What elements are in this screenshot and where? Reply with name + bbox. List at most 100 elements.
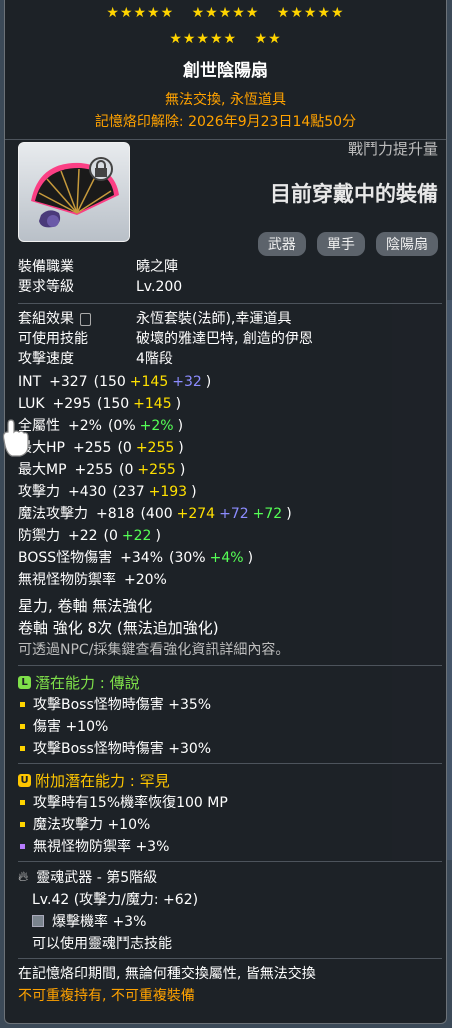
stat-base: (150 [93, 374, 126, 390]
footer-unique-note: 不可重複持有, 不可重複裝備 [18, 988, 195, 1004]
potential-text: 攻擊時有15%機率恢復100 MP [33, 795, 228, 811]
potential-line: 攻擊時有15%機率恢復100 MP [18, 791, 442, 813]
stat-base: (0 [118, 462, 134, 478]
star-row-2: ★★★★★ ★★ [5, 32, 446, 46]
stat-close-paren: ) [178, 440, 184, 456]
stat-base: (150 [96, 396, 130, 412]
speed-label: 攻擊速度 [18, 351, 74, 367]
item-name: 創世陰陽扇 [183, 61, 268, 81]
speed-row: 攻擊速度 4階段 [18, 349, 442, 369]
divider [18, 665, 442, 666]
stat-base: (0 [117, 440, 132, 456]
stat-close-paren: ) [286, 506, 292, 522]
stat-line: 防禦力 +22 (0 +22) [18, 525, 442, 547]
stat-line: LUK +295 (150 +145) [18, 393, 442, 415]
unique-icon: U [18, 774, 31, 787]
speed-value: 4階段 [136, 351, 173, 367]
stat-bonus: +4% [209, 550, 244, 566]
star-force-text: 星力, 卷軸 無法強化 [18, 597, 153, 615]
potential-title-text: 潛在能力 : 傳說 [35, 674, 140, 692]
stat-close-paren: ) [247, 550, 254, 566]
info-value: Lv.200 [136, 279, 183, 295]
star-group: ★★★★★ [106, 5, 175, 21]
stat-bonus: +2% [139, 418, 174, 434]
tag-fan: 陰陽扇 [376, 232, 438, 256]
npc-hint: 可透過NPC/採集鍵查看強化資訊詳細內容。 [18, 642, 290, 658]
additional-potential-title: U 附加潛在能力 : 罕見 [18, 770, 442, 791]
divider [18, 303, 442, 304]
stat-bonus: +72 [219, 506, 249, 522]
soul-weapon-title: 🔥︎ 靈魂武器 - 第5階級 [18, 866, 442, 888]
set-info-icon[interactable] [80, 312, 92, 326]
bullet-icon [20, 843, 25, 849]
skill-row: 可使用技能 破壞的雅達巴特, 創造的伊恩 [18, 329, 442, 349]
stat-total: +327 [49, 374, 88, 390]
star-row-1: ★★★★★ ★★★★★ ★★★★★ [5, 6, 446, 20]
divider [18, 958, 442, 959]
stat-close-paren: ) [205, 374, 212, 390]
stat-label: INT [18, 374, 42, 390]
potential-lines: 攻擊Boss怪物時傷害 +35% 傷害 +10% 攻擊Boss怪物時傷害 +30% [18, 693, 442, 759]
stat-lines: INT +327 (150 +145 +32) LUK +295 (150 +145) 全屬性 +2… [18, 371, 442, 591]
stat-label: 無視怪物防禦率 [18, 572, 116, 588]
stat-line: 魔法攻擊力 +818 (400 +274 +72 +72) [18, 503, 442, 525]
fan-icon [19, 143, 129, 241]
scroll-text: 卷軸 強化 8次 (無法追加強化) [18, 619, 219, 637]
stat-bonus: +22 [121, 528, 152, 544]
stat-line: 攻擊力 +430 (237 +193) [18, 481, 442, 503]
potential-title: L 潛在能力 : 傳說 [18, 672, 442, 693]
stat-label: LUK [18, 396, 45, 412]
stat-total: +255 [74, 462, 113, 478]
hand-cursor-icon [2, 419, 29, 457]
stat-base: (30% [169, 550, 206, 566]
additional-lines: 攻擊時有15%機率恢復100 MP 魔法攻擊力 +10% 無視怪物防禦率 +3% [18, 791, 442, 857]
potential-text: 攻擊Boss怪物時傷害 +30% [33, 741, 212, 757]
seal-release: 記憶烙印解除: 2026年9月23日14點50分 [94, 114, 357, 130]
stat-label: 最大MP [18, 462, 67, 478]
potential-line: 攻擊Boss怪物時傷害 +30% [18, 737, 442, 759]
bullet-icon [20, 701, 25, 707]
star-group: ★★★★★ [169, 31, 238, 47]
stat-base: (0 [103, 528, 118, 544]
info-label: 裝備職業 [18, 259, 74, 275]
soul-level: Lv.42 (攻擊力/魔力: +62) [32, 892, 199, 908]
bullet-icon [20, 745, 25, 751]
stat-total: +255 [72, 440, 112, 456]
legendary-icon: L [18, 676, 31, 689]
stat-bonus: +32 [172, 374, 202, 390]
combat-power-label: 戰鬥力提升量 [347, 140, 438, 158]
potential-line: 攻擊Boss怪物時傷害 +35% [18, 693, 442, 715]
skill-value: 破壞的雅達巴特, 創造的伊恩 [136, 331, 313, 347]
stat-base: (0% [107, 418, 136, 434]
star-group: ★★★★★ [191, 5, 260, 21]
info-label: 要求等級 [18, 279, 74, 295]
stat-total: +2% [68, 418, 102, 434]
stat-base: (400 [140, 506, 173, 522]
potential-text: 魔法攻擊力 +10% [33, 817, 151, 833]
set-row: 套組效果 永恆套裝(法師),幸運道具 [18, 309, 442, 329]
stat-close-paren: ) [191, 484, 197, 500]
potential-text: 傷害 +10% [33, 719, 109, 735]
bullet-icon [20, 821, 25, 827]
stat-line: BOSS怪物傷害 +34% (30% +4%) [18, 547, 442, 569]
skill-label: 可使用技能 [18, 331, 88, 347]
stat-label: 防禦力 [18, 528, 60, 544]
item-tags: 武器 單手 陰陽扇 [252, 232, 438, 256]
potential-line: 無視怪物防禦率 +3% [18, 835, 442, 857]
potential-text: 無視怪物防禦率 +3% [33, 839, 170, 855]
stat-label: BOSS怪物傷害 [18, 550, 113, 566]
stat-total: +34% [120, 550, 164, 566]
stat-bonus: +274 [176, 506, 216, 522]
stat-total: +20% [124, 572, 167, 588]
soul-skill: 可以使用靈魂鬥志技能 [32, 936, 172, 952]
stat-line: 最大HP +255 (0 +255) [18, 437, 442, 459]
soul-flame-icon: 🔥︎ [18, 869, 29, 885]
info-row: 要求等級 Lv.200 [18, 277, 442, 297]
stat-bonus: +255 [137, 462, 176, 478]
potential-line: 魔法攻擊力 +10% [18, 813, 442, 835]
star-group: ★★★★★ [276, 5, 345, 21]
divider [18, 763, 442, 764]
stat-line: 全屬性 +2% (0% +2%) [18, 415, 442, 437]
set-value: 永恆套裝(法師),幸運道具 [136, 311, 292, 327]
equipped-label: 目前穿戴中的裝備 [270, 182, 438, 206]
